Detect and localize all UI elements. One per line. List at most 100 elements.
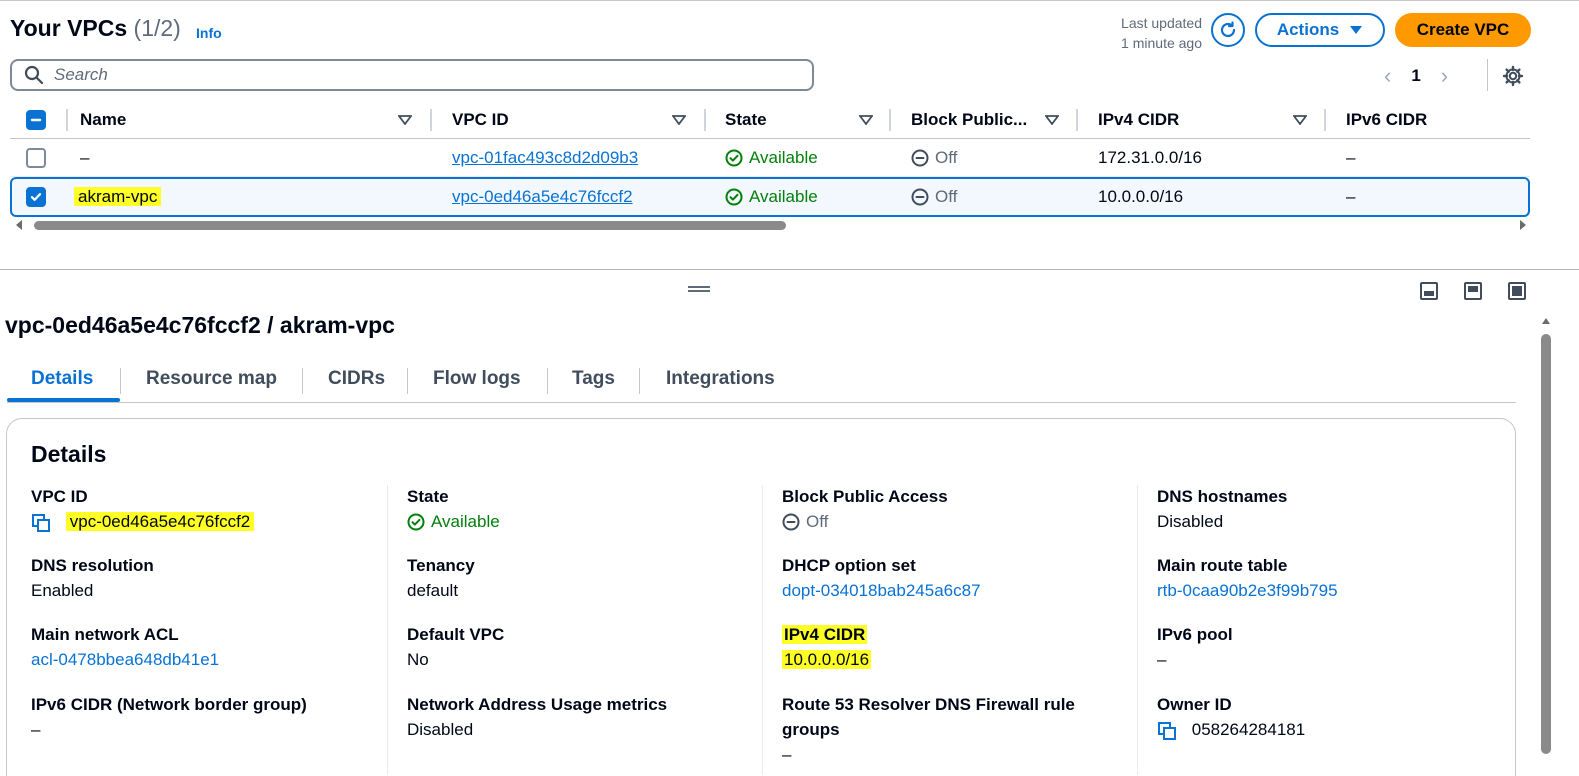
info-link[interactable]: Info	[196, 25, 222, 41]
row-vpc-id-link[interactable]: vpc-0ed46a5e4c76fccf2	[452, 187, 633, 207]
vertical-scrollbar[interactable]	[1538, 312, 1554, 776]
chevron-right-icon[interactable]: ›	[1441, 63, 1448, 89]
row-block-public: Off	[911, 187, 957, 207]
search-icon	[24, 65, 44, 85]
row-ipv6: –	[1346, 148, 1356, 167]
tab-details[interactable]: Details	[31, 368, 93, 390]
tab-tags[interactable]: Tags	[572, 368, 615, 390]
tab-resource-map[interactable]: Resource map	[146, 368, 277, 390]
select-all-checkbox[interactable]	[26, 110, 46, 130]
last-updated: Last updated 1 minute ago	[1100, 13, 1202, 53]
search-input[interactable]	[54, 65, 754, 85]
check-circle-icon	[725, 188, 743, 206]
field-main-route-table: Main route table rtb-0caa90b2e3f99b795	[1157, 553, 1487, 603]
split-full-icon[interactable]	[1508, 282, 1526, 300]
field-dhcp: DHCP option set dopt-034018bab245a6c87	[782, 553, 1112, 603]
tab-flow-logs[interactable]: Flow logs	[433, 368, 521, 390]
field-value: Off	[782, 509, 1112, 534]
row-checkbox[interactable]	[26, 148, 46, 168]
split-view-controls	[1420, 282, 1526, 300]
table-header: Name VPC ID State Block Public... IPv4 C…	[10, 101, 1530, 139]
refresh-button[interactable]	[1211, 13, 1245, 47]
field-label: Network Address Usage metrics	[407, 695, 668, 714]
field-label: VPC ID	[31, 487, 88, 506]
scroll-up-icon[interactable]	[1541, 316, 1551, 326]
block-public-value: Off	[806, 512, 829, 531]
pager-divider	[1487, 59, 1488, 91]
minus-circle-icon	[911, 149, 929, 167]
column-divider	[1324, 109, 1326, 131]
tab-divider	[302, 368, 303, 394]
sort-icon[interactable]	[1293, 109, 1307, 131]
row-block-label: Off	[935, 148, 958, 167]
table-row[interactable]: akram-vpc vpc-0ed46a5e4c76fccf2 Availabl…	[10, 177, 1530, 217]
search-box[interactable]	[10, 59, 814, 91]
column-header-label: IPv4 CIDR	[1098, 110, 1180, 129]
copy-icon[interactable]	[1157, 721, 1177, 741]
sort-icon[interactable]	[672, 109, 686, 131]
field-route53: Route 53 Resolver DNS Firewall rule grou…	[782, 692, 1112, 767]
field-ipv4-cidr: IPv4 CIDR 10.0.0.0/16	[782, 622, 1112, 672]
actions-button[interactable]: Actions	[1255, 13, 1385, 47]
caret-down-icon	[1350, 26, 1363, 34]
field-vpc-id: VPC ID vpc-0ed46a5e4c76fccf2	[31, 484, 361, 534]
column-divider	[430, 109, 432, 131]
row-checkbox[interactable]	[26, 187, 46, 207]
sort-icon[interactable]	[859, 109, 873, 131]
row-state: Available	[725, 187, 818, 207]
field-block-public-access: Block Public Access Off	[782, 484, 1112, 534]
field-ipv6-pool: IPv6 pool –	[1157, 622, 1487, 672]
gear-icon[interactable]	[1502, 65, 1524, 87]
row-ipv6: –	[1346, 187, 1356, 206]
row-name: akram-vpc	[74, 187, 162, 207]
field-dns-hostnames: DNS hostnames Disabled	[1157, 484, 1487, 534]
route-table-link[interactable]: rtb-0caa90b2e3f99b795	[1157, 578, 1487, 603]
field-label: DNS resolution	[31, 556, 154, 575]
field-ipv6-cidr: IPv6 CIDR (Network border group) –	[31, 692, 361, 742]
main-acl-link[interactable]: acl-0478bbea648db41e1	[31, 647, 361, 672]
column-header-ipv6[interactable]: IPv6 CIDR	[1346, 109, 1427, 131]
column-divider	[889, 109, 891, 131]
split-side-icon[interactable]	[1464, 282, 1482, 300]
scroll-right-icon[interactable]	[1518, 219, 1528, 231]
last-updated-label: Last updated	[1121, 15, 1202, 31]
tab-divider	[407, 368, 408, 394]
tab-cidrs[interactable]: CIDRs	[328, 368, 385, 390]
copy-icon[interactable]	[31, 513, 51, 533]
refresh-icon	[1220, 21, 1236, 38]
scrollbar-thumb[interactable]	[1541, 334, 1551, 754]
details-container: Details VPC ID vpc-0ed46a5e4c76fccf2 DNS…	[6, 418, 1516, 776]
horizontal-scrollbar[interactable]	[14, 217, 1528, 233]
page-title: Your VPCs (1/2)	[10, 15, 181, 42]
state-value: Available	[431, 512, 500, 531]
column-header-vpc-id[interactable]: VPC ID	[452, 109, 509, 131]
tab-integrations[interactable]: Integrations	[666, 368, 775, 390]
column-divider	[1137, 485, 1138, 775]
column-divider	[704, 109, 706, 131]
split-bottom-icon[interactable]	[1420, 282, 1438, 300]
chevron-left-icon[interactable]: ‹	[1384, 63, 1391, 89]
row-vpc-id-link[interactable]: vpc-01fac493c8d2d09b3	[452, 148, 638, 168]
field-main-acl: Main network ACL acl-0478bbea648db41e1	[31, 622, 361, 672]
column-header-name[interactable]: Name	[80, 109, 126, 131]
table-row[interactable]: – vpc-01fac493c8d2d09b3 Available Off 17…	[10, 139, 1530, 177]
column-divider	[387, 485, 388, 775]
page-number[interactable]: 1	[1411, 66, 1420, 86]
tab-divider	[639, 368, 640, 394]
column-divider	[762, 485, 763, 775]
sort-icon[interactable]	[1045, 109, 1059, 131]
sort-icon[interactable]	[398, 109, 412, 131]
pagination: ‹ 1 ›	[1384, 63, 1448, 89]
column-header-block-public[interactable]: Block Public...	[911, 109, 1027, 131]
minus-icon	[30, 118, 42, 122]
dhcp-link[interactable]: dopt-034018bab245a6c87	[782, 578, 1112, 603]
column-header-state[interactable]: State	[725, 109, 767, 131]
column-header-ipv4[interactable]: IPv4 CIDR	[1098, 109, 1179, 131]
create-vpc-button[interactable]: Create VPC	[1395, 13, 1531, 47]
column-header-label: Name	[80, 110, 127, 129]
resize-handle[interactable]	[688, 286, 710, 292]
field-value: 058264284181	[1157, 717, 1487, 742]
check-circle-icon	[725, 149, 743, 167]
scrollbar-thumb[interactable]	[34, 221, 786, 230]
scroll-left-icon[interactable]	[14, 219, 24, 231]
